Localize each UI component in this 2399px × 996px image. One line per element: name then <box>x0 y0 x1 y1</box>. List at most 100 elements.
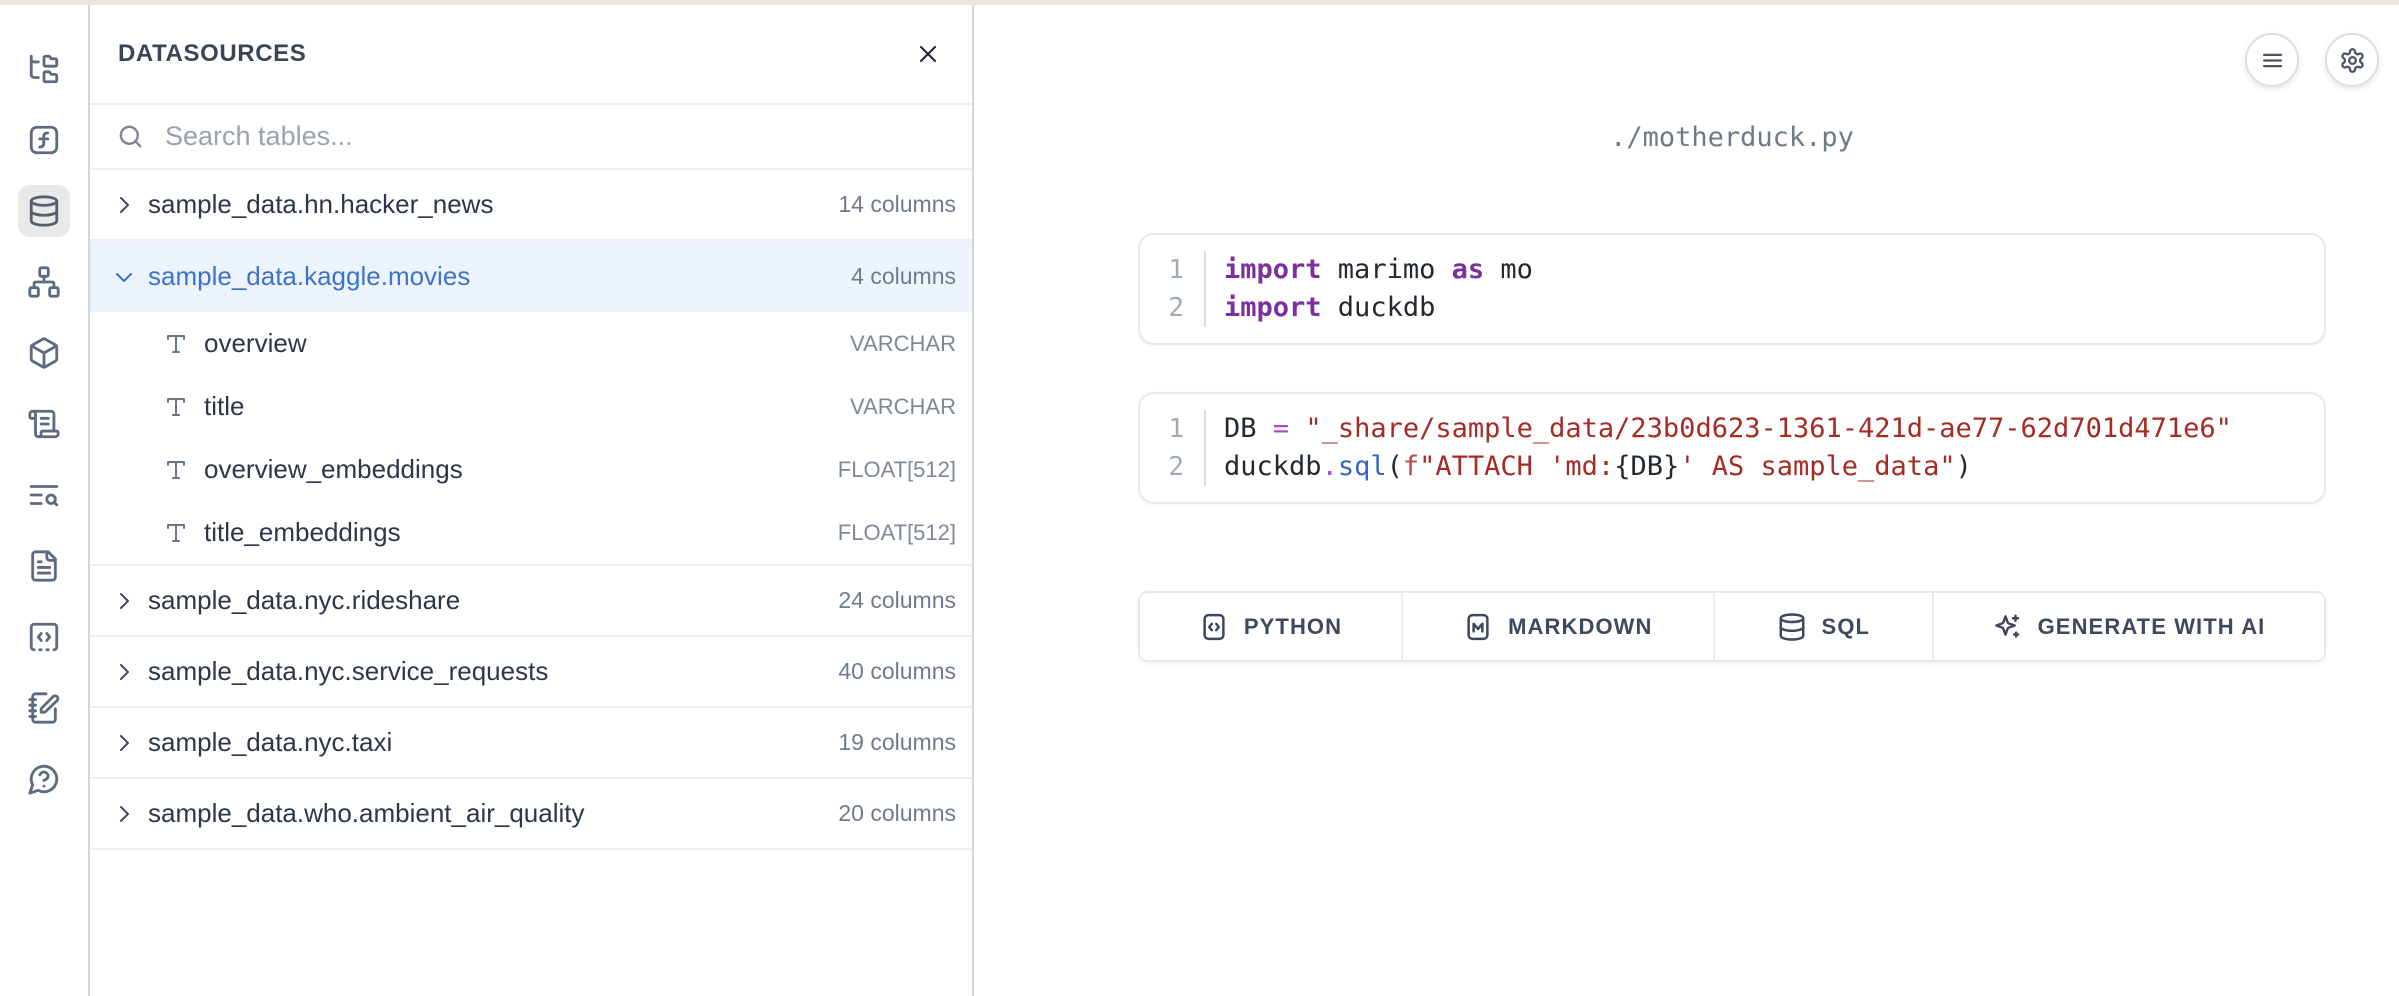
column-row[interactable]: title VARCHAR <box>90 375 972 438</box>
table-row[interactable]: sample_data.hn.hacker_news 14 columns <box>90 170 972 241</box>
column-row[interactable]: overviewVARCHAR <box>90 312 972 375</box>
type-icon <box>164 521 188 545</box>
table-row[interactable]: sample_data.nyc.taxi19 columns <box>90 708 972 779</box>
type-icon <box>164 395 188 419</box>
network-icon <box>27 265 61 299</box>
cell-container: 12import marimo as moimport duckdb12DB =… <box>1138 233 2326 504</box>
notebook-filename[interactable]: ./motherduck.py <box>1138 122 2326 154</box>
panel-title: DATASOURCES <box>118 40 306 68</box>
app-body: DATASOURCES sample_data.hn.hacker_news 14… <box>0 5 2399 996</box>
add-cell-button-label: GENERATE WITH AI <box>2038 614 2266 640</box>
table-column-count: 40 columns <box>838 658 956 685</box>
line-number-gutter: 12 <box>1140 410 1206 486</box>
settings-button[interactable] <box>2325 33 2379 87</box>
type-icon <box>164 458 188 482</box>
table-name: sample_data.nyc.taxi <box>148 727 392 758</box>
table-column-count: 4 columns <box>851 263 956 290</box>
table-list: sample_data.hn.hacker_news14 columnssamp… <box>90 170 972 996</box>
message-circle-question-icon <box>27 762 61 796</box>
markdown-square-icon <box>1463 612 1493 642</box>
datasources-header: DATASOURCES <box>90 5 972 105</box>
table-name: sample_data.nyc.rideshare <box>148 585 460 616</box>
chevron-down-icon <box>112 265 136 289</box>
function-square-icon <box>27 123 61 157</box>
rail-item-network[interactable] <box>18 256 70 308</box>
code-editor[interactable]: DB = "_share/sample_data/23b0d623-1361-4… <box>1206 410 2232 486</box>
add-cell-button-sql[interactable]: SQL <box>1713 593 1932 660</box>
box-icon <box>27 336 61 370</box>
type-icon <box>164 332 188 356</box>
column-name: title <box>204 391 244 422</box>
code-cell: 12DB = "_share/sample_data/23b0d623-1361… <box>1138 392 2326 504</box>
column-type: FLOAT[512] <box>838 520 956 546</box>
table-name: sample_data.kaggle.movies <box>148 261 470 292</box>
table-column-count: 24 columns <box>838 587 956 614</box>
top-right-toolbar <box>2245 33 2379 87</box>
table-column-count: 20 columns <box>838 800 956 827</box>
column-list: overviewVARCHAR title VARCHAR overview_embe… <box>90 312 972 566</box>
menu-icon <box>2259 47 2286 74</box>
rail-item-folder-tree[interactable] <box>18 43 70 95</box>
column-name: title_embeddings <box>204 517 401 548</box>
add-cell-button-markdown[interactable]: MARKDOWN <box>1401 593 1713 660</box>
file-text-icon <box>27 549 61 583</box>
column-name: overview_embeddings <box>204 454 463 485</box>
table-row[interactable]: sample_data.kaggle.movies 4 columns <box>90 241 972 312</box>
add-cell-button-generate-with-ai[interactable]: GENERATE WITH AI <box>1932 593 2324 660</box>
add-cell-button-label: PYTHON <box>1244 614 1342 640</box>
rail-item-text-search[interactable] <box>18 469 70 521</box>
add-cell-button-label: SQL <box>1822 614 1871 640</box>
add-cell-button-label: MARKDOWN <box>1508 614 1652 640</box>
search-input[interactable] <box>163 120 946 153</box>
datasources-panel: DATASOURCES sample_data.hn.hacker_news 14… <box>90 5 974 996</box>
rail-item-notebook-pen[interactable] <box>18 682 70 734</box>
notebook-pen-icon <box>27 691 61 725</box>
table-row[interactable]: sample_data.nyc.service_requests 40 colum… <box>90 637 972 708</box>
table-row[interactable]: sample_data.nyc.rideshare 24 columns <box>90 566 972 637</box>
rail-item-file-text[interactable] <box>18 540 70 592</box>
menu-button[interactable] <box>2245 33 2299 87</box>
database-icon <box>27 194 61 228</box>
chevron-right-icon <box>112 589 136 613</box>
table-column-count: 14 columns <box>838 191 956 218</box>
column-name: overview <box>204 328 307 359</box>
column-type: FLOAT[512] <box>838 457 956 483</box>
code-editor[interactable]: import marimo as moimport duckdb <box>1206 251 1533 327</box>
rail-item-square-code[interactable] <box>18 611 70 663</box>
search-icon <box>116 122 145 151</box>
column-row[interactable]: title_embeddings FLOAT[512] <box>90 501 972 564</box>
add-cell-bar: PYTHON MARKDOWN SQL GENERATE WITH AI <box>1138 591 2326 662</box>
code-cell: 12import marimo as moimport duckdb <box>1138 233 2326 345</box>
chevron-right-icon <box>112 193 136 217</box>
column-row[interactable]: overview_embeddings FLOAT[512] <box>90 438 972 501</box>
notebook-main: ./motherduck.py 12import marimo as moimp… <box>974 5 2399 996</box>
code-square-icon <box>1199 612 1229 642</box>
table-row[interactable]: sample_data.who.ambient_air_quality 20 co… <box>90 779 972 850</box>
activity-rail <box>0 5 90 996</box>
table-search-row <box>90 105 972 170</box>
table-name: sample_data.who.ambient_air_quality <box>148 798 585 829</box>
rail-item-message-circle-question[interactable] <box>18 753 70 805</box>
chevron-right-icon <box>112 660 136 684</box>
table-name: sample_data.nyc.service_requests <box>148 656 548 687</box>
rail-item-database[interactable] <box>18 185 70 237</box>
gear-icon <box>2339 47 2366 74</box>
chevron-right-icon <box>112 802 136 826</box>
table-name: sample_data.hn.hacker_news <box>148 189 493 220</box>
rail-item-scroll-text[interactable] <box>18 398 70 450</box>
add-cell-button-python[interactable]: PYTHON <box>1140 593 1401 660</box>
close-icon <box>914 40 942 68</box>
rail-item-box[interactable] <box>18 327 70 379</box>
close-panel-button[interactable] <box>914 40 942 68</box>
column-type: VARCHAR <box>850 394 956 420</box>
scroll-text-icon <box>27 407 61 441</box>
line-number-gutter: 12 <box>1140 251 1206 327</box>
chevron-right-icon <box>112 731 136 755</box>
square-code-icon <box>27 620 61 654</box>
rail-item-function-square[interactable] <box>18 114 70 166</box>
app-window: DATASOURCES sample_data.hn.hacker_news 14… <box>0 0 2399 996</box>
folder-tree-icon <box>27 52 61 86</box>
notebook-content: ./motherduck.py 12import marimo as moimp… <box>1138 122 2326 662</box>
sparkles-icon <box>1993 612 2023 642</box>
database-icon <box>1777 612 1807 642</box>
